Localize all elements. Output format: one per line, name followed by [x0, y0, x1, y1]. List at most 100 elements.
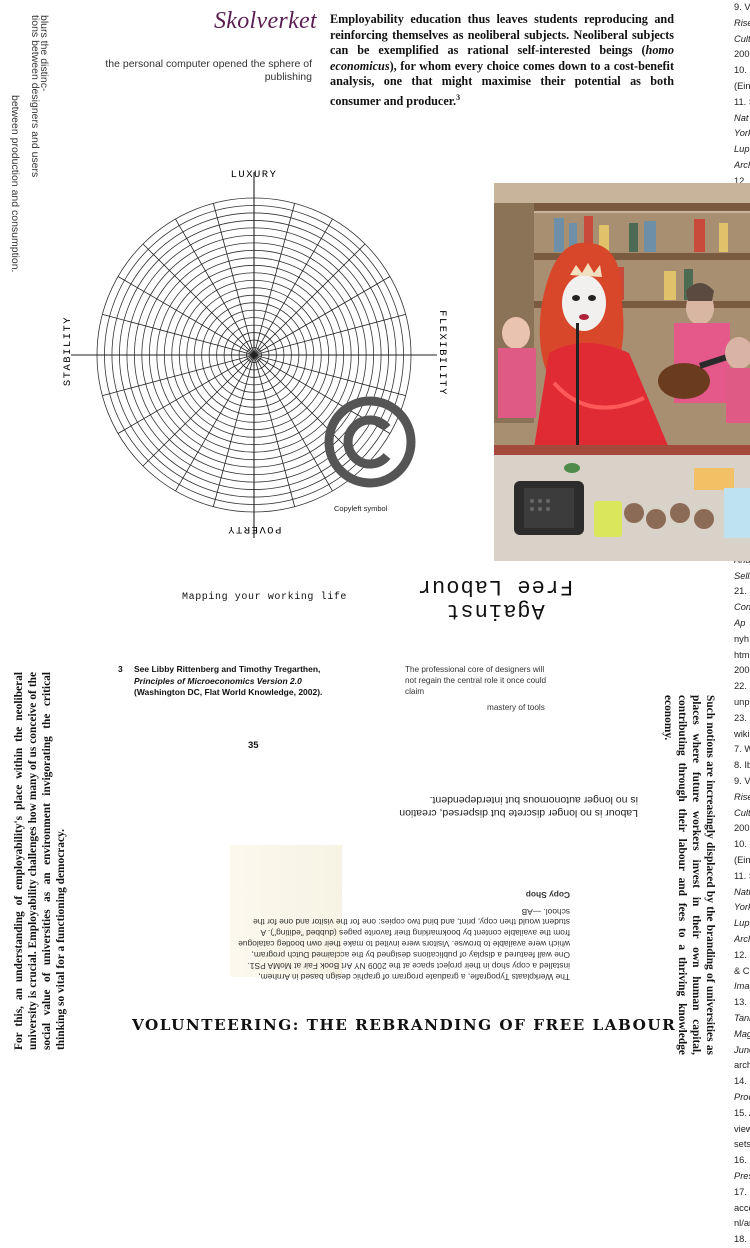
- endnote-fragment: 17. E: [734, 1186, 750, 1197]
- polar-spoke: [142, 243, 255, 356]
- footnote-line-1: See Libby Rittenberg and Timothy Tregart…: [134, 664, 321, 674]
- endnote-fragment: Rise: [734, 17, 750, 28]
- endnote-fragment: 8. Ib: [734, 760, 750, 771]
- endnote-fragment: 9. V: [734, 2, 750, 12]
- endnote-fragment: Tann: [734, 1013, 750, 1023]
- against-line-1: Against: [445, 598, 545, 623]
- endnote-fragment: arch: [734, 1060, 750, 1071]
- endnote-fragment: Mag: [734, 1028, 750, 1039]
- employability-paragraph: For this, an understanding of employabil…: [13, 672, 67, 1050]
- polar-spoke: [117, 354, 255, 434]
- endnote-fragment: 15. A: [734, 1107, 750, 1118]
- polar-spoke: [253, 354, 406, 397]
- axis-label-flexibility: FLEXIBILITY: [436, 310, 448, 396]
- polar-spoke: [253, 276, 391, 356]
- endnote-fragment: & Cu: [734, 965, 750, 976]
- endnote-fragment: 14. S: [734, 1076, 750, 1087]
- endnote-fragment: 10. M: [734, 839, 750, 850]
- polar-spoke: [212, 354, 255, 507]
- endnote-fragment: Lup: [734, 144, 750, 155]
- polar-spoke: [253, 218, 333, 356]
- axis-label-poverty: POVERTY: [227, 523, 282, 535]
- axis-label-stability: STABILITY: [62, 316, 74, 386]
- mastery-of-tools-label: mastery of tools: [487, 703, 545, 712]
- endnote-fragment: Pres: [734, 1170, 750, 1181]
- endnote-fragment: York: [734, 128, 750, 139]
- endnote-fragment: Nat: [734, 112, 749, 123]
- footnote-book-title: Principles of Microeconomics Version 2.0: [134, 675, 302, 686]
- polar-spoke: [175, 218, 255, 356]
- endnote-fragment: 12. S: [734, 949, 750, 960]
- professional-core-quote: The professional core of designers will …: [405, 665, 547, 696]
- axis-label-luxury: LUXURY: [231, 169, 278, 181]
- polar-spoke: [212, 203, 255, 356]
- endnote-fragment: Rise: [734, 791, 750, 802]
- copy-shop-note: The Werkplaats Typografie, a graduate pr…: [232, 848, 570, 982]
- footnote-line-3: (Washington DC, Flat World Knowledge, 20…: [134, 687, 323, 697]
- running-footer-title: VOLUNTEERING: THE REBRANDING OF FREE LAB…: [132, 1016, 677, 1034]
- endnote-fragment: Cult: [734, 33, 750, 44]
- footnote-number: 3: [118, 664, 123, 674]
- copy-shop-title: Copy Shop: [525, 889, 570, 900]
- endnote-fragment: 7. W: [734, 744, 750, 755]
- endnote-fragment: 10. I: [734, 65, 750, 76]
- endnote-fragment: 21. I: [734, 586, 750, 597]
- polar-spoke: [175, 354, 255, 492]
- endnote-fragment: (Ein: [734, 855, 750, 866]
- blurs-line-3: between production and consumption.: [9, 95, 21, 273]
- endnote-fragment: html: [734, 649, 750, 660]
- endnote-fragment: Proc: [734, 1091, 750, 1102]
- endnote-fragment: 22. M: [734, 681, 750, 692]
- endnote-fragment: Cult: [734, 807, 750, 818]
- endnote-fragment: 9. V: [734, 776, 750, 787]
- copyleft-caption: Copyleft symbol: [334, 504, 388, 513]
- endnote-fragment: 13. I: [734, 997, 750, 1008]
- endnote-fragment: (Ein: [734, 80, 750, 91]
- blurs-line-2: tions between designers and users: [29, 15, 41, 178]
- endnote-fragment: Selli: [734, 570, 750, 581]
- endnote-fragment: Lupt: [734, 918, 750, 929]
- page-number: 35: [248, 740, 259, 751]
- endnote-fragment: Arch: [734, 934, 750, 945]
- mapping-caption: Mapping your working life: [182, 592, 348, 603]
- photo-illustration: [494, 183, 750, 561]
- endnote-fragment: wiki: [734, 728, 750, 739]
- endnote-fragment: 200: [734, 823, 750, 834]
- endnote-fragment: acce: [734, 1202, 750, 1213]
- polar-spoke: [142, 354, 255, 467]
- endnote-fragment: June: [734, 1044, 750, 1055]
- endnote-fragment: Imag: [734, 981, 750, 992]
- endnote-fragment: Nati: [734, 886, 750, 897]
- endnote-fragment: view: [734, 1123, 750, 1134]
- endnote-fragment: 23. F: [734, 712, 750, 723]
- labour-dispersed-quote: Labour is no longer discrete but dispers…: [399, 794, 638, 819]
- endnote-fragment: York: [734, 902, 750, 913]
- endnote-fragment: Ap: [734, 618, 746, 629]
- polar-spoke: [253, 354, 296, 507]
- skolverket-logo: Skolverket: [214, 8, 317, 34]
- endnote-fragment: nl/ar: [734, 1218, 750, 1229]
- polar-spoke: [253, 354, 333, 492]
- intro-text-a: Employability education thus leaves stud…: [330, 12, 674, 58]
- footnote-3: 3 See Libby Rittenberg and Timothy Trega…: [118, 664, 348, 699]
- copy-shop-body: The Werkplaats Typografie, a graduate pr…: [238, 906, 570, 982]
- polar-spoke: [253, 313, 406, 356]
- endnote-fragment: 18. N: [734, 1234, 750, 1245]
- polar-spoke: [253, 243, 366, 356]
- intro-footnote-ref: 3: [456, 92, 461, 102]
- endnote-fragment: nyh: [734, 633, 749, 644]
- endnote-fragment: sets: [734, 1139, 750, 1150]
- endnote-fragment: 2003: [734, 665, 750, 676]
- endnote-fragment: 200: [734, 49, 750, 60]
- polar-spoke: [117, 276, 255, 356]
- against-free-labour-title: Against Free Labour: [400, 574, 590, 623]
- performance-photo: [494, 183, 750, 561]
- endnote-fragment: 11. S: [734, 96, 750, 107]
- endnote-fragment: Con: [734, 602, 750, 613]
- intro-paragraph: Employability education thus leaves stud…: [330, 12, 674, 110]
- polar-spoke: [253, 203, 296, 356]
- endnote-fragment: 16. S: [734, 1155, 750, 1166]
- endnote-fragment: Arch: [734, 159, 750, 170]
- polar-spoke: [102, 313, 255, 356]
- endnote-fragment: 11. S: [734, 870, 750, 881]
